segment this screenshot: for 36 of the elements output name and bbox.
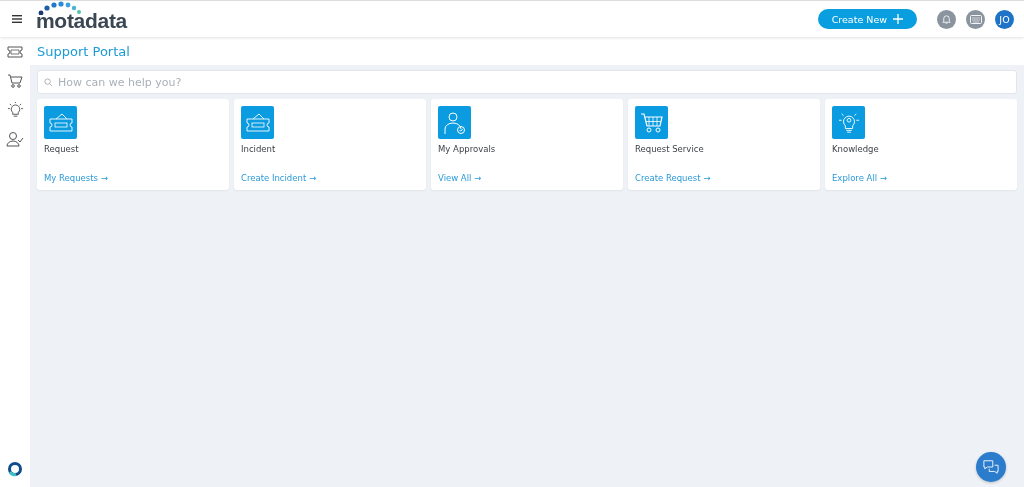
logo-text[interactable]: motadata	[36, 9, 127, 33]
card-link[interactable]: Create Incident →	[241, 173, 317, 183]
lightbulb-icon[interactable]	[6, 101, 24, 119]
card-title: Incident	[241, 144, 276, 154]
card-title: Request Service	[635, 144, 704, 154]
user-check-icon[interactable]	[6, 131, 24, 147]
ticket-icon	[48, 112, 73, 133]
cart-icon[interactable]	[7, 73, 23, 89]
search-icon	[44, 77, 53, 87]
app-logo-icon[interactable]	[7, 461, 23, 477]
keyboard-button[interactable]	[966, 9, 985, 29]
service-card[interactable]: Knowledge Explore All →	[825, 99, 1017, 190]
chat-icon	[982, 459, 1000, 475]
user-avatar[interactable]: JO	[995, 9, 1014, 29]
plus-icon	[893, 14, 903, 24]
service-card[interactable]: Request Service Create Request →	[628, 99, 820, 190]
service-card[interactable]: Request My Requests →	[37, 99, 229, 190]
create-new-button[interactable]: Create New	[817, 9, 917, 29]
keyboard-icon	[969, 14, 982, 24]
bell-icon	[941, 13, 952, 25]
page-title: Support Portal	[37, 43, 130, 59]
card-title: Knowledge	[832, 144, 879, 154]
service-card[interactable]: My Approvals View All →	[431, 99, 623, 190]
ticket-icon[interactable]	[7, 46, 23, 58]
chat-button[interactable]	[976, 452, 1006, 482]
menu-icon[interactable]	[12, 15, 22, 23]
ticket-icon	[245, 112, 270, 133]
notification-button[interactable]	[937, 9, 956, 29]
card-title: Request	[44, 144, 79, 154]
card-link[interactable]: My Requests →	[44, 173, 108, 183]
search-field[interactable]: How can we help you?	[37, 70, 1017, 94]
service-card[interactable]: Incident Create Incident →	[234, 99, 426, 190]
card-title: My Approvals	[438, 144, 496, 154]
card-link[interactable]: Create Request →	[635, 173, 711, 183]
card-link[interactable]: Explore All →	[832, 173, 887, 183]
card-link[interactable]: View All →	[438, 173, 482, 183]
